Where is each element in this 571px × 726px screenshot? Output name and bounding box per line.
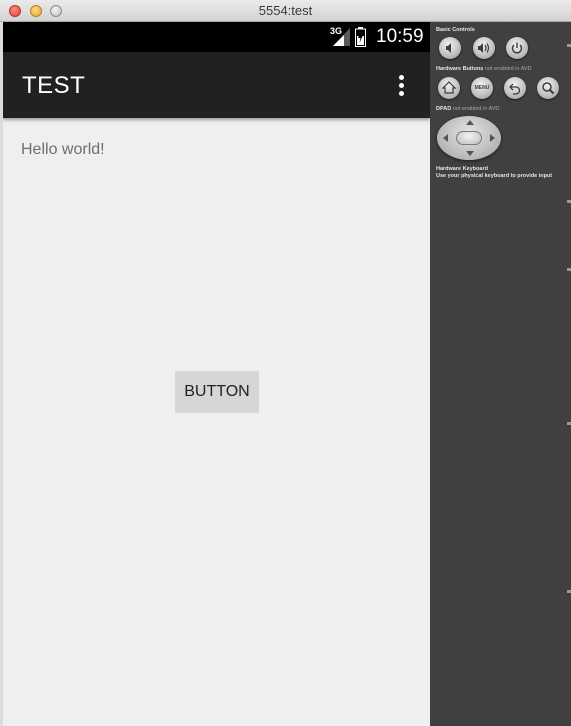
window-edge-mark [567,590,571,593]
volume-up-icon [478,43,490,53]
dpad-center-button[interactable] [456,131,482,145]
dpad-right-icon[interactable] [490,134,495,142]
action-bar: TEST [3,52,430,118]
search-button[interactable] [537,77,559,99]
overflow-dot-icon [399,75,404,80]
overflow-menu-button[interactable] [391,72,411,100]
window-edge-mark [567,422,571,425]
menu-button[interactable]: MENU [471,77,493,99]
back-button[interactable] [504,77,526,99]
dpad-control[interactable] [437,116,501,160]
status-bar: 3G 10:59 [3,22,430,52]
home-icon [441,81,457,94]
back-icon [509,83,521,95]
window-titlebar: 5554:test [0,0,571,22]
dpad-label: DPAD not enabled in AVD [436,106,500,112]
home-button[interactable] [438,77,460,99]
search-icon [542,82,555,95]
device-screen: 3G 10:59 TEST Hello world! BUTTON [3,22,430,726]
hardware-keyboard-label: Hardware Keyboard [436,166,488,172]
dpad-left-icon[interactable] [443,134,448,142]
hardware-keyboard-note: Use your physical keyboard to provide in… [436,173,553,179]
window-edge-mark [567,268,571,271]
dpad-up-icon[interactable] [466,120,474,125]
window-edge-mark [567,200,571,203]
dpad-down-icon[interactable] [466,151,474,156]
power-button[interactable] [506,37,528,59]
volume-down-button[interactable] [439,37,461,59]
window-title: 5554:test [258,3,313,18]
menu-button-label: MENU [474,85,490,91]
hardware-buttons-label: Hardware Buttons not enabled in AVD [436,66,532,72]
power-icon [511,42,523,54]
battery-icon [355,27,366,47]
basic-controls-label: Basic Controls [436,27,475,33]
signal-icon [333,28,350,46]
app-title: TEST [22,72,86,99]
volume-up-button[interactable] [473,37,495,59]
hello-text: Hello world! [21,141,105,158]
emulator-controls-panel: Basic Controls Hardware Buttons not enab… [430,22,571,726]
window-edge-mark [567,44,571,47]
overflow-dot-icon [399,91,404,96]
overflow-dot-icon [399,83,404,88]
volume-down-icon [446,43,451,53]
status-clock: 10:59 [376,26,424,47]
main-button[interactable]: BUTTON [175,371,259,413]
